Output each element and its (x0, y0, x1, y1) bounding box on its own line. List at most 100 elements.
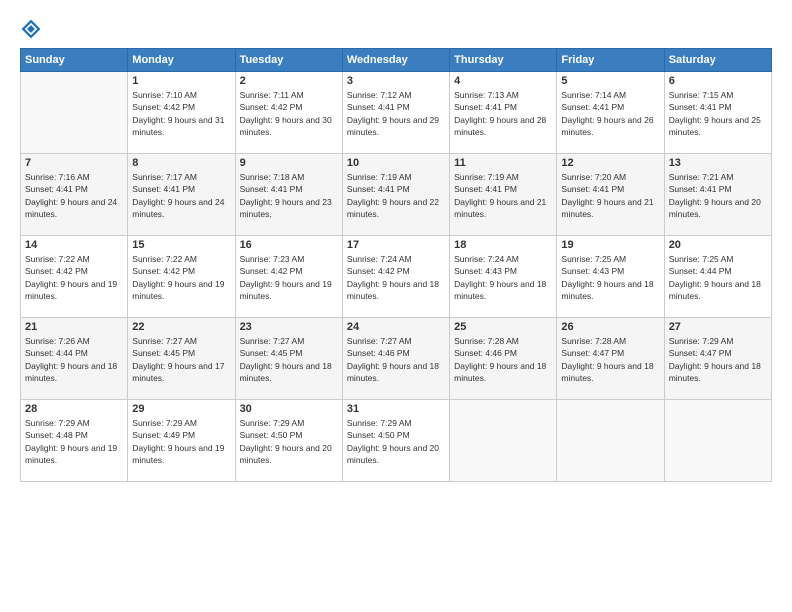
cell-info: Sunrise: 7:28 AMSunset: 4:46 PMDaylight:… (454, 335, 552, 384)
cell-info: Sunrise: 7:12 AMSunset: 4:41 PMDaylight:… (347, 89, 445, 138)
calendar-cell: 12 Sunrise: 7:20 AMSunset: 4:41 PMDayligh… (557, 154, 664, 236)
calendar-cell: 26 Sunrise: 7:28 AMSunset: 4:47 PMDayligh… (557, 318, 664, 400)
calendar-cell: 23 Sunrise: 7:27 AMSunset: 4:45 PMDayligh… (235, 318, 342, 400)
day-header-thursday: Thursday (450, 49, 557, 72)
cell-date: 14 (25, 239, 123, 251)
cell-info: Sunrise: 7:20 AMSunset: 4:41 PMDaylight:… (561, 171, 659, 220)
day-header-friday: Friday (557, 49, 664, 72)
cell-info: Sunrise: 7:24 AMSunset: 4:42 PMDaylight:… (347, 253, 445, 302)
day-header-wednesday: Wednesday (342, 49, 449, 72)
calendar-cell (450, 400, 557, 482)
cell-info: Sunrise: 7:29 AMSunset: 4:50 PMDaylight:… (240, 417, 338, 466)
calendar-table: SundayMondayTuesdayWednesdayThursdayFrid… (20, 48, 772, 482)
cell-date: 5 (561, 75, 659, 87)
cell-date: 20 (669, 239, 767, 251)
cell-date: 28 (25, 403, 123, 415)
calendar-cell: 10 Sunrise: 7:19 AMSunset: 4:41 PMDayligh… (342, 154, 449, 236)
cell-date: 21 (25, 321, 123, 333)
cell-date: 27 (669, 321, 767, 333)
cell-date: 1 (132, 75, 230, 87)
calendar-week-3: 14 Sunrise: 7:22 AMSunset: 4:42 PMDayligh… (21, 236, 772, 318)
cell-info: Sunrise: 7:25 AMSunset: 4:44 PMDaylight:… (669, 253, 767, 302)
cell-info: Sunrise: 7:26 AMSunset: 4:44 PMDaylight:… (25, 335, 123, 384)
cell-info: Sunrise: 7:17 AMSunset: 4:41 PMDaylight:… (132, 171, 230, 220)
cell-date: 7 (25, 157, 123, 169)
cell-info: Sunrise: 7:24 AMSunset: 4:43 PMDaylight:… (454, 253, 552, 302)
calendar-cell: 30 Sunrise: 7:29 AMSunset: 4:50 PMDayligh… (235, 400, 342, 482)
cell-info: Sunrise: 7:27 AMSunset: 4:46 PMDaylight:… (347, 335, 445, 384)
cell-info: Sunrise: 7:13 AMSunset: 4:41 PMDaylight:… (454, 89, 552, 138)
calendar-cell: 21 Sunrise: 7:26 AMSunset: 4:44 PMDayligh… (21, 318, 128, 400)
cell-date: 31 (347, 403, 445, 415)
calendar-cell: 20 Sunrise: 7:25 AMSunset: 4:44 PMDayligh… (664, 236, 771, 318)
day-header-saturday: Saturday (664, 49, 771, 72)
cell-date: 29 (132, 403, 230, 415)
logo-icon (20, 18, 42, 40)
cell-info: Sunrise: 7:28 AMSunset: 4:47 PMDaylight:… (561, 335, 659, 384)
calendar-week-5: 28 Sunrise: 7:29 AMSunset: 4:48 PMDayligh… (21, 400, 772, 482)
cell-date: 3 (347, 75, 445, 87)
calendar-cell: 1 Sunrise: 7:10 AMSunset: 4:42 PMDaylight… (128, 72, 235, 154)
calendar-cell: 15 Sunrise: 7:22 AMSunset: 4:42 PMDayligh… (128, 236, 235, 318)
day-header-tuesday: Tuesday (235, 49, 342, 72)
cell-info: Sunrise: 7:29 AMSunset: 4:50 PMDaylight:… (347, 417, 445, 466)
calendar-cell: 13 Sunrise: 7:21 AMSunset: 4:41 PMDayligh… (664, 154, 771, 236)
calendar-cell: 24 Sunrise: 7:27 AMSunset: 4:46 PMDayligh… (342, 318, 449, 400)
cell-info: Sunrise: 7:29 AMSunset: 4:49 PMDaylight:… (132, 417, 230, 466)
cell-info: Sunrise: 7:19 AMSunset: 4:41 PMDaylight:… (454, 171, 552, 220)
cell-info: Sunrise: 7:27 AMSunset: 4:45 PMDaylight:… (240, 335, 338, 384)
cell-date: 30 (240, 403, 338, 415)
cell-date: 10 (347, 157, 445, 169)
logo (20, 18, 44, 40)
cell-date: 9 (240, 157, 338, 169)
calendar-cell: 8 Sunrise: 7:17 AMSunset: 4:41 PMDaylight… (128, 154, 235, 236)
cell-info: Sunrise: 7:21 AMSunset: 4:41 PMDaylight:… (669, 171, 767, 220)
cell-date: 2 (240, 75, 338, 87)
cell-info: Sunrise: 7:22 AMSunset: 4:42 PMDaylight:… (25, 253, 123, 302)
cell-info: Sunrise: 7:19 AMSunset: 4:41 PMDaylight:… (347, 171, 445, 220)
cell-info: Sunrise: 7:10 AMSunset: 4:42 PMDaylight:… (132, 89, 230, 138)
calendar-cell: 5 Sunrise: 7:14 AMSunset: 4:41 PMDaylight… (557, 72, 664, 154)
cell-date: 25 (454, 321, 552, 333)
cell-date: 17 (347, 239, 445, 251)
cell-date: 8 (132, 157, 230, 169)
cell-date: 24 (347, 321, 445, 333)
cell-info: Sunrise: 7:14 AMSunset: 4:41 PMDaylight:… (561, 89, 659, 138)
calendar-cell: 16Sunrise: 7:23 AMSunset: 4:42 PMDayligh… (235, 236, 342, 318)
cell-date: 22 (132, 321, 230, 333)
calendar-cell (557, 400, 664, 482)
cell-date: 15 (132, 239, 230, 251)
calendar-week-4: 21 Sunrise: 7:26 AMSunset: 4:44 PMDayligh… (21, 318, 772, 400)
cell-info: Sunrise: 7:29 AMSunset: 4:47 PMDaylight:… (669, 335, 767, 384)
calendar-cell: 18 Sunrise: 7:24 AMSunset: 4:43 PMDayligh… (450, 236, 557, 318)
calendar-cell: 4 Sunrise: 7:13 AMSunset: 4:41 PMDaylight… (450, 72, 557, 154)
calendar-cell: 22 Sunrise: 7:27 AMSunset: 4:45 PMDayligh… (128, 318, 235, 400)
cell-info: Sunrise: 7:23 AMSunset: 4:42 PMDaylight:… (240, 253, 338, 302)
header (20, 18, 772, 40)
calendar-cell: 19 Sunrise: 7:25 AMSunset: 4:43 PMDayligh… (557, 236, 664, 318)
cell-date: 4 (454, 75, 552, 87)
calendar-cell (664, 400, 771, 482)
calendar-cell: 29 Sunrise: 7:29 AMSunset: 4:49 PMDayligh… (128, 400, 235, 482)
cell-info: Sunrise: 7:25 AMSunset: 4:43 PMDaylight:… (561, 253, 659, 302)
calendar-cell: 2 Sunrise: 7:11 AMSunset: 4:42 PMDaylight… (235, 72, 342, 154)
cell-date: 23 (240, 321, 338, 333)
calendar-cell: 25 Sunrise: 7:28 AMSunset: 4:46 PMDayligh… (450, 318, 557, 400)
calendar-cell: 6Sunrise: 7:15 AMSunset: 4:41 PMDaylight… (664, 72, 771, 154)
cell-info: Sunrise: 7:18 AMSunset: 4:41 PMDaylight:… (240, 171, 338, 220)
cell-date: 12 (561, 157, 659, 169)
calendar-cell: 11Sunrise: 7:19 AMSunset: 4:41 PMDayligh… (450, 154, 557, 236)
calendar-header-row: SundayMondayTuesdayWednesdayThursdayFrid… (21, 49, 772, 72)
cell-date: 19 (561, 239, 659, 251)
day-header-sunday: Sunday (21, 49, 128, 72)
cell-info: Sunrise: 7:11 AMSunset: 4:42 PMDaylight:… (240, 89, 338, 138)
cell-date: 13 (669, 157, 767, 169)
cell-info: Sunrise: 7:15 AMSunset: 4:41 PMDaylight:… (669, 89, 767, 138)
cell-info: Sunrise: 7:22 AMSunset: 4:42 PMDaylight:… (132, 253, 230, 302)
cell-info: Sunrise: 7:29 AMSunset: 4:48 PMDaylight:… (25, 417, 123, 466)
cell-date: 26 (561, 321, 659, 333)
cell-info: Sunrise: 7:16 AMSunset: 4:41 PMDaylight:… (25, 171, 123, 220)
cell-info: Sunrise: 7:27 AMSunset: 4:45 PMDaylight:… (132, 335, 230, 384)
calendar-cell (21, 72, 128, 154)
cell-date: 18 (454, 239, 552, 251)
